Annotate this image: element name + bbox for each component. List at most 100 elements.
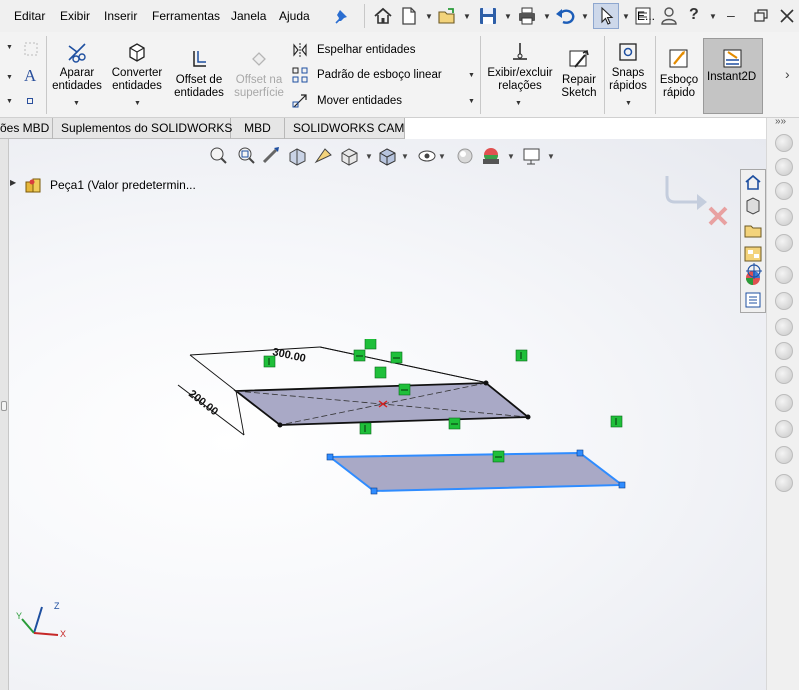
restore-icon[interactable] bbox=[750, 5, 772, 27]
snaps-dropdown-icon[interactable]: ▼ bbox=[625, 100, 632, 107]
repair-sketch-button[interactable]: Repair Sketch bbox=[558, 47, 600, 100]
rapid-sketch-button[interactable]: Esboço rápido bbox=[657, 47, 701, 100]
instant2d-button[interactable]: Instant2D bbox=[703, 38, 763, 114]
user-icon[interactable] bbox=[658, 5, 680, 27]
linear-pattern-icon bbox=[292, 67, 308, 83]
disabled-tool-icon-11[interactable] bbox=[775, 394, 793, 412]
disabled-tool-icon-8[interactable] bbox=[775, 318, 793, 336]
trim-dropdown-icon[interactable]: ▼ bbox=[73, 100, 80, 107]
point-icon[interactable] bbox=[27, 98, 33, 104]
solidworks-resources-icon[interactable] bbox=[743, 172, 763, 192]
design-library-icon[interactable] bbox=[743, 196, 763, 216]
trim-entities-button[interactable]: Aparar entidades bbox=[50, 40, 104, 93]
offset-on-surface-button[interactable]: Offset na superfície bbox=[232, 47, 286, 100]
menu-exibir[interactable]: Exibir bbox=[60, 9, 90, 23]
disabled-tool-icon-7[interactable] bbox=[775, 292, 793, 310]
menu-inserir[interactable]: Inserir bbox=[104, 9, 137, 23]
dimension-200[interactable]: 200.00 bbox=[177, 384, 245, 436]
toolbar-overflow-icon[interactable]: »» bbox=[775, 116, 786, 127]
search-prefix[interactable]: E... bbox=[637, 9, 655, 23]
dynamic-annotation-icon bbox=[314, 148, 332, 164]
select-tool-highlight[interactable] bbox=[593, 3, 619, 29]
display-delete-relations-button[interactable]: Exibir/excluir relações bbox=[484, 40, 556, 93]
display-style-dropdown-icon: ▼ bbox=[401, 152, 409, 161]
tree-expand-icon[interactable]: ▶ bbox=[10, 178, 16, 187]
relations-dropdown-icon[interactable]: ▼ bbox=[515, 100, 522, 107]
menu-ajuda[interactable]: Ajuda bbox=[279, 9, 310, 23]
home-icon[interactable] bbox=[372, 5, 394, 27]
save-dropdown-icon[interactable]: ▼ bbox=[504, 12, 512, 21]
file-explorer-icon[interactable] bbox=[743, 220, 763, 240]
print-icon[interactable] bbox=[516, 5, 538, 27]
disabled-tool-icon-2[interactable] bbox=[775, 158, 793, 176]
disabled-tool-icon-5[interactable] bbox=[775, 234, 793, 252]
move-label: Mover entidades bbox=[317, 95, 403, 107]
disabled-tool-icon-12[interactable] bbox=[775, 420, 793, 438]
apply-scene-icon bbox=[483, 148, 499, 164]
graphics-area[interactable]: – ▼ ▼ ▼ ▼ ▼ ▶ Peça1 (Valor predetermin..… bbox=[0, 139, 766, 690]
disabled-tool-icon-1[interactable] bbox=[775, 134, 793, 152]
feature-manager-collapsed-panel[interactable] bbox=[0, 139, 9, 690]
convert-dropdown-icon[interactable]: ▼ bbox=[134, 100, 141, 107]
tab-mbd-dimensions[interactable]: ões MBD bbox=[0, 118, 53, 139]
minimize-icon[interactable]: – bbox=[727, 7, 735, 23]
convert-entities-button[interactable]: Converter entidades bbox=[108, 40, 166, 93]
panel-splitter-handle[interactable] bbox=[1, 401, 7, 411]
instant2d-icon bbox=[723, 49, 742, 68]
disabled-tool-icon-14[interactable] bbox=[775, 474, 793, 492]
sketch-geometry[interactable]: 300.00 200.00 bbox=[170, 339, 650, 529]
disabled-tool-icon-9[interactable] bbox=[775, 342, 793, 360]
save-icon[interactable] bbox=[477, 5, 499, 27]
relations-icon bbox=[513, 43, 527, 60]
menu-editar[interactable]: Editar bbox=[14, 9, 45, 23]
ribbon-partial-dropdown-3[interactable]: ▼ bbox=[6, 98, 13, 105]
ribbon-partial-dropdown-2[interactable]: ▼ bbox=[6, 74, 13, 81]
new-document-icon[interactable] bbox=[398, 5, 420, 27]
undo-icon[interactable] bbox=[554, 5, 576, 27]
select-dropdown-icon[interactable]: ▼ bbox=[622, 12, 630, 21]
separator bbox=[364, 4, 365, 28]
disabled-tool-icon-6[interactable] bbox=[775, 266, 793, 284]
move-dropdown-icon[interactable]: ▼ bbox=[468, 98, 475, 105]
quick-snaps-button[interactable]: Snaps rápidos bbox=[606, 40, 650, 93]
new-dropdown-icon[interactable]: ▼ bbox=[425, 12, 433, 21]
view-orientation-icon bbox=[341, 148, 358, 166]
linear-pattern-dropdown-icon[interactable]: ▼ bbox=[468, 72, 475, 79]
offset-label-1: Offset de bbox=[175, 74, 223, 86]
ribbon-partial-dropdown-1[interactable]: ▼ bbox=[6, 44, 13, 51]
coordinate-triad: Z Y X bbox=[16, 601, 66, 639]
open-folder-icon[interactable] bbox=[436, 5, 458, 27]
help-icon[interactable]: ? bbox=[689, 6, 699, 24]
heads-up-view-toolbar[interactable]: ▼ ▼ ▼ ▼ ▼ bbox=[207, 145, 557, 167]
ribbon-overflow-icon[interactable]: › bbox=[785, 66, 790, 82]
convert-label-1: Converter bbox=[111, 67, 163, 79]
tab-solidworks-cam[interactable]: SOLIDWORKS CAM bbox=[285, 118, 405, 139]
construction-geometry-icon[interactable] bbox=[22, 40, 40, 58]
menu-janela[interactable]: Janela bbox=[231, 9, 266, 23]
rapid-sketch-label-2: rápido bbox=[663, 87, 695, 99]
custom-properties-icon[interactable] bbox=[743, 290, 763, 310]
quick-snaps-icon bbox=[619, 43, 637, 61]
confirmation-corner[interactable] bbox=[661, 172, 736, 230]
pin-icon[interactable] bbox=[332, 5, 354, 27]
separator bbox=[655, 36, 656, 114]
crosshair-icon[interactable] bbox=[745, 262, 763, 280]
help-dropdown-icon[interactable]: ▼ bbox=[709, 12, 717, 21]
disabled-tool-icon-4[interactable] bbox=[775, 208, 793, 226]
tab-solidworks-addins[interactable]: Suplementos do SOLIDWORKS bbox=[53, 118, 232, 139]
disabled-tool-icon-3[interactable] bbox=[775, 182, 793, 200]
print-dropdown-icon[interactable]: ▼ bbox=[543, 12, 551, 21]
view-palette-icon[interactable] bbox=[743, 244, 763, 264]
menu-ferramentas[interactable]: Ferramentas bbox=[152, 9, 220, 23]
undo-dropdown-icon[interactable]: ▼ bbox=[581, 12, 589, 21]
tab-mbd[interactable]: MBD bbox=[231, 118, 285, 139]
open-dropdown-icon[interactable]: ▼ bbox=[463, 12, 471, 21]
sketch-text-icon[interactable]: A bbox=[22, 65, 40, 83]
offset-entities-button[interactable]: Offset de entidades bbox=[170, 47, 228, 100]
view-orientation-dropdown-icon: ▼ bbox=[365, 152, 373, 161]
close-icon[interactable] bbox=[776, 5, 798, 27]
mirror-label: Espelhar entidades bbox=[317, 44, 416, 56]
repair-label-2: Sketch bbox=[561, 87, 597, 99]
disabled-tool-icon-10[interactable] bbox=[775, 366, 793, 384]
disabled-tool-icon-13[interactable] bbox=[775, 446, 793, 464]
